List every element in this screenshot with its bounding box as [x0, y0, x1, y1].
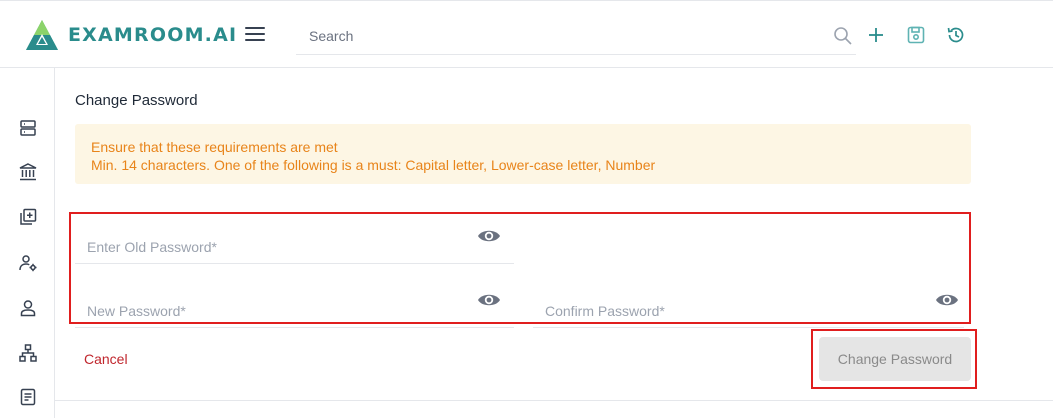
eye-icon[interactable] — [477, 291, 501, 309]
logo-mark-icon — [26, 20, 58, 50]
confirm-password-field — [533, 286, 964, 328]
search-icon[interactable] — [833, 26, 853, 46]
save-icon[interactable] — [906, 25, 926, 45]
requirements-alert: Ensure that these requirements are met M… — [75, 124, 971, 184]
cancel-button[interactable]: Cancel — [75, 348, 135, 370]
app-logo[interactable]: EXAMROOM.AI — [24, 18, 237, 52]
user-settings-icon[interactable] — [18, 253, 38, 273]
footer-divider — [55, 400, 1053, 401]
alert-heading: Ensure that these requirements are met — [91, 139, 338, 155]
institution-icon[interactable] — [18, 162, 38, 182]
user-icon[interactable] — [18, 298, 38, 318]
sidebar — [0, 68, 55, 418]
old-password-input[interactable] — [75, 222, 514, 263]
page-title: Change Password — [75, 92, 198, 109]
new-password-field — [75, 286, 514, 328]
top-bar: EXAMROOM.AI — [0, 0, 1053, 68]
add-icon[interactable] — [866, 25, 886, 45]
change-password-button[interactable]: Change Password — [819, 337, 971, 381]
history-icon[interactable] — [946, 25, 966, 45]
alert-detail: Min. 14 characters. One of the following… — [91, 157, 656, 173]
eye-icon[interactable] — [477, 227, 501, 245]
menu-icon[interactable] — [245, 27, 265, 43]
logo-text: EXAMROOM.AI — [68, 24, 238, 46]
old-password-field — [75, 222, 514, 264]
search-bar — [296, 17, 856, 55]
new-password-input[interactable] — [75, 286, 514, 327]
main-content: Change Password Ensure that these requir… — [55, 68, 1053, 418]
confirm-password-input[interactable] — [533, 286, 964, 327]
eye-icon[interactable] — [935, 291, 959, 309]
server-icon[interactable] — [18, 118, 38, 138]
hierarchy-icon[interactable] — [18, 343, 38, 363]
add-library-icon[interactable] — [18, 207, 38, 227]
search-input[interactable] — [296, 17, 816, 55]
document-icon[interactable] — [18, 387, 38, 407]
